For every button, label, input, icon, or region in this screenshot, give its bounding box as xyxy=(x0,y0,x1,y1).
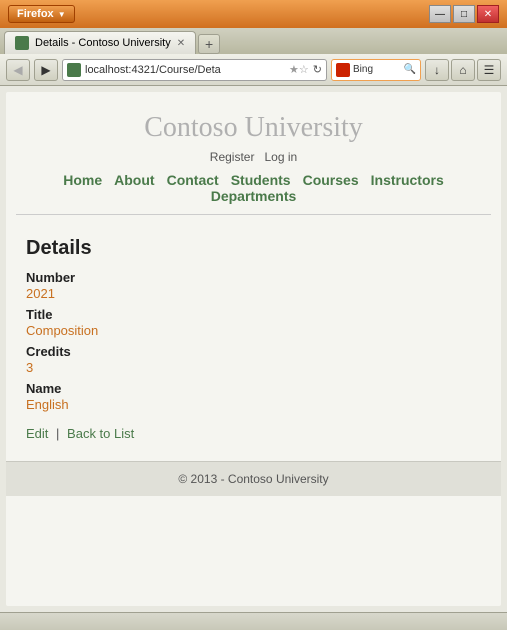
edit-link[interactable]: Edit xyxy=(26,426,48,441)
extra-nav-buttons: ↓ ⌂ ☰ xyxy=(425,59,501,81)
nav-about[interactable]: About xyxy=(114,172,154,188)
search-engine-label: Bing xyxy=(353,64,401,75)
field-value-number: 2021 xyxy=(26,286,481,301)
page-area: Contoso University Register Log in Home … xyxy=(0,86,507,612)
reload-icon[interactable]: ↻ xyxy=(313,63,322,76)
back-to-list-link[interactable]: Back to List xyxy=(67,426,134,441)
close-button[interactable]: ✕ xyxy=(477,5,499,23)
nav-contact[interactable]: Contact xyxy=(167,172,219,188)
nav-divider xyxy=(16,214,491,215)
footer-text: © 2013 - Contoso University xyxy=(178,472,328,486)
browser-window: Firefox ▼ — □ ✕ Details - Contoso Univer… xyxy=(0,0,507,630)
status-bar xyxy=(0,612,507,630)
action-separator: | xyxy=(56,426,59,441)
tab-label: Details - Contoso University xyxy=(35,37,171,49)
tab-close-icon[interactable]: ✕ xyxy=(177,38,185,49)
field-label-number: Number xyxy=(26,270,481,285)
address-bar[interactable]: localhost:4321/Course/Deta ★☆ ↻ xyxy=(62,59,327,81)
search-bar[interactable]: Bing 🔍 xyxy=(331,59,421,81)
search-icon[interactable]: 🔍 xyxy=(404,64,416,75)
window-controls: — □ ✕ xyxy=(429,5,499,23)
field-value-name: English xyxy=(26,397,481,412)
detail-section: Details Number 2021 Title Composition Cr… xyxy=(6,223,501,461)
nav-courses[interactable]: Courses xyxy=(303,172,359,188)
bookmark-icon: ★☆ xyxy=(289,63,309,76)
field-label-credits: Credits xyxy=(26,344,481,359)
menu-button[interactable]: ☰ xyxy=(477,59,501,81)
firefox-label: Firefox xyxy=(17,8,54,20)
address-text: localhost:4321/Course/Deta xyxy=(85,64,287,76)
site-header: Contoso University Register Log in Home … xyxy=(6,92,501,223)
page-content: Contoso University Register Log in Home … xyxy=(6,92,501,606)
field-value-title: Composition xyxy=(26,323,481,338)
address-favicon-icon xyxy=(67,63,81,77)
search-engine-logo xyxy=(336,63,350,77)
site-title: Contoso University xyxy=(16,112,491,144)
active-tab[interactable]: Details - Contoso University ✕ xyxy=(4,31,196,54)
site-nav: Home About Contact Students Courses Inst… xyxy=(16,172,491,204)
forward-button[interactable]: ▶ xyxy=(34,59,58,81)
minimize-button[interactable]: — xyxy=(429,5,451,23)
nav-students[interactable]: Students xyxy=(231,172,291,188)
field-label-title: Title xyxy=(26,307,481,322)
page-footer: © 2013 - Contoso University xyxy=(6,461,501,496)
download-button[interactable]: ↓ xyxy=(425,59,449,81)
login-link[interactable]: Log in xyxy=(265,150,298,164)
home-button[interactable]: ⌂ xyxy=(451,59,475,81)
new-tab-button[interactable]: + xyxy=(198,34,220,54)
title-bar: Firefox ▼ — □ ✕ xyxy=(0,0,507,28)
back-button[interactable]: ◀ xyxy=(6,59,30,81)
register-link[interactable]: Register xyxy=(210,150,255,164)
nav-home[interactable]: Home xyxy=(63,172,102,188)
firefox-menu-button[interactable]: Firefox ▼ xyxy=(8,5,75,23)
dropdown-arrow-icon: ▼ xyxy=(58,10,66,19)
page-heading: Details xyxy=(26,237,481,260)
nav-bar: ◀ ▶ localhost:4321/Course/Deta ★☆ ↻ Bing… xyxy=(0,54,507,86)
detail-actions: Edit | Back to List xyxy=(26,426,481,441)
nav-departments[interactable]: Departments xyxy=(211,188,297,204)
tab-bar: Details - Contoso University ✕ + xyxy=(0,28,507,54)
tab-favicon-icon xyxy=(15,36,29,50)
nav-instructors[interactable]: Instructors xyxy=(371,172,444,188)
maximize-button[interactable]: □ xyxy=(453,5,475,23)
field-value-credits: 3 xyxy=(26,360,481,375)
field-label-name: Name xyxy=(26,381,481,396)
site-auth: Register Log in xyxy=(16,150,491,164)
